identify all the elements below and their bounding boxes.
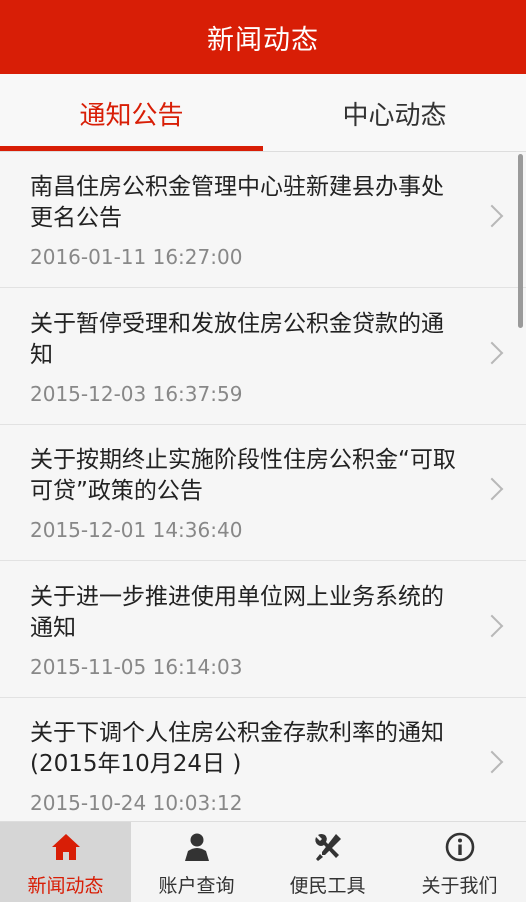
app-header: 新闻动态 — [0, 0, 526, 74]
nav-label: 新闻动态 — [27, 875, 104, 897]
news-title: 关于进一步推进使用单位网上业务系统的通知 — [30, 584, 444, 641]
news-title: 关于暂停受理和发放住房公积金贷款的通知 — [30, 311, 444, 368]
home-icon — [51, 834, 80, 860]
news-timestamp: 2015-10-24 10:03:12 — [30, 791, 243, 815]
active-tab-indicator — [0, 146, 263, 151]
news-title: 关于下调个人住房公积金存款利率的通知(2015年10月24日 ) — [30, 720, 444, 777]
news-title: 南昌住房公积金管理中心驻新建县办事处更名公告 — [30, 174, 444, 231]
list-item[interactable]: 关于下调个人住房公积金存款利率的通知(2015年10月24日 ) 2015-10… — [0, 698, 526, 821]
list-item[interactable]: 关于暂停受理和发放住房公积金贷款的通知 2015-12-03 16:37:59 — [0, 289, 526, 425]
tab-notices[interactable]: 通知公告 — [0, 74, 263, 152]
news-timestamp: 2016-01-11 16:27:00 — [30, 245, 243, 269]
user-icon — [184, 833, 209, 861]
list-item[interactable]: 南昌住房公积金管理中心驻新建县办事处更名公告 2016-01-11 16:27:… — [0, 152, 526, 288]
news-title: 关于按期终止实施阶段性住房公积金“可取可贷”政策的公告 — [30, 447, 456, 504]
news-timestamp: 2015-12-01 14:36:40 — [30, 518, 243, 542]
tab-bar: 通知公告 中心动态 — [0, 74, 526, 152]
bottom-navigation: 新闻动态 账户查询 便民工具 关于我们 — [0, 821, 526, 902]
list-scrollbar[interactable] — [518, 154, 523, 328]
news-list[interactable]: 南昌住房公积金管理中心驻新建县办事处更名公告 2016-01-11 16:27:… — [0, 152, 526, 821]
chevron-right-icon — [480, 750, 504, 774]
news-timestamp: 2015-12-03 16:37:59 — [30, 382, 243, 406]
nav-label: 便民工具 — [289, 875, 366, 897]
tools-icon — [314, 834, 341, 861]
list-item[interactable]: 关于进一步推进使用单位网上业务系统的通知 2015-11-05 16:14:03 — [0, 562, 526, 698]
chevron-right-icon — [480, 341, 504, 365]
info-icon — [445, 832, 474, 862]
nav-news[interactable]: 新闻动态 — [0, 822, 131, 902]
list-item[interactable]: 关于按期终止实施阶段性住房公积金“可取可贷”政策的公告 2015-12-01 1… — [0, 425, 526, 561]
nav-tools[interactable]: 便民工具 — [262, 822, 393, 902]
chevron-right-icon — [480, 477, 504, 501]
nav-label: 关于我们 — [421, 875, 498, 897]
news-timestamp: 2015-11-05 16:14:03 — [30, 655, 243, 679]
chevron-right-icon — [480, 614, 504, 638]
nav-about-us[interactable]: 关于我们 — [393, 822, 526, 902]
nav-label: 账户查询 — [158, 875, 235, 897]
tab-center-news[interactable]: 中心动态 — [263, 74, 526, 152]
nav-account-query[interactable]: 账户查询 — [131, 822, 262, 902]
chevron-right-icon — [480, 204, 504, 228]
page-title: 新闻动态 — [207, 24, 319, 56]
